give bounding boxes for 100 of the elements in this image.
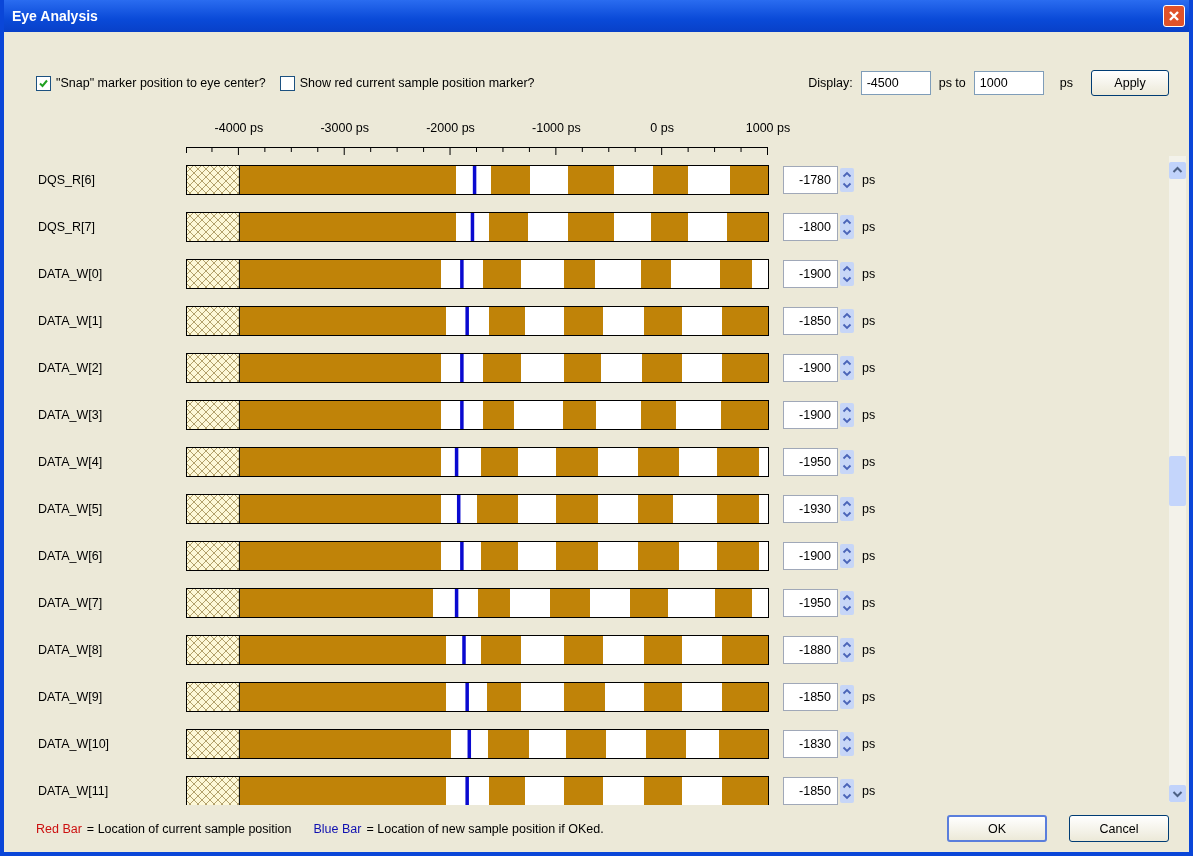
bar	[490, 165, 530, 194]
bar	[678, 447, 718, 476]
checkbox[interactable]	[279, 75, 295, 91]
bar	[480, 447, 519, 476]
bar	[477, 588, 510, 617]
spin-arrows-icon	[840, 355, 854, 380]
sample-position-marker[interactable]	[454, 447, 459, 476]
axis-tick-label: -1000 ps	[532, 121, 581, 135]
sample-position-marker[interactable]	[465, 776, 469, 805]
bar	[455, 165, 491, 194]
sample-position-marker[interactable]	[465, 682, 469, 711]
bar	[600, 353, 643, 382]
spin-arrows-icon	[840, 449, 854, 474]
sample-position-marker[interactable]	[462, 635, 466, 664]
sample-position-marker[interactable]	[454, 588, 459, 617]
bar	[681, 353, 723, 382]
sample-position-marker[interactable]	[456, 494, 461, 523]
bar	[685, 729, 720, 758]
bar	[509, 588, 551, 617]
scroll-thumb[interactable]	[1169, 456, 1186, 506]
scrollbar[interactable]	[1169, 156, 1186, 802]
bar	[563, 306, 603, 335]
sample-position-marker[interactable]	[460, 259, 464, 288]
signal-label: DATA_W[7]	[38, 595, 104, 610]
bar	[758, 541, 769, 570]
sample-position-marker[interactable]	[460, 353, 464, 382]
sample-position-marker[interactable]	[472, 165, 477, 194]
bar	[721, 776, 769, 805]
bar	[714, 588, 753, 617]
bar	[721, 306, 769, 335]
unit-label: ps	[862, 172, 876, 187]
bar	[676, 400, 722, 429]
spin-arrows-icon	[840, 261, 854, 286]
signal-label: DATA_W[9]	[38, 689, 104, 704]
bar	[727, 212, 769, 241]
bar	[758, 447, 769, 476]
spin-arrows-icon	[840, 214, 854, 239]
spin-arrows-icon	[840, 167, 854, 192]
bar	[513, 400, 563, 429]
bar	[440, 259, 484, 288]
bar	[730, 165, 769, 194]
bar	[520, 635, 564, 664]
bar	[440, 353, 484, 382]
bar	[455, 212, 489, 241]
bar	[239, 729, 451, 758]
bar	[482, 353, 522, 382]
bar	[602, 635, 645, 664]
bar	[562, 400, 596, 429]
axis-tick-label: -3000 ps	[320, 121, 370, 135]
bar	[678, 541, 718, 570]
bar	[529, 165, 569, 194]
scroll-up-icon[interactable]	[1169, 162, 1186, 179]
cancel-button[interactable]: Cancel	[1069, 815, 1169, 842]
scroll-down-icon[interactable]	[1169, 785, 1186, 802]
unit-label: ps	[862, 313, 876, 328]
signal-label: DATA_W[5]	[38, 501, 104, 516]
bar	[681, 776, 723, 805]
unit-label: ps	[862, 736, 876, 751]
spin-arrows-icon	[840, 637, 854, 662]
bar	[528, 729, 566, 758]
sample-position-marker[interactable]	[467, 729, 472, 758]
bar	[567, 165, 614, 194]
bar	[517, 447, 557, 476]
ok-button[interactable]: OK	[947, 815, 1047, 842]
bar	[589, 588, 631, 617]
axis-tick-label: 0 ps	[650, 121, 674, 135]
bar	[239, 447, 442, 476]
checkbox-label: Show red current sample position marker?	[299, 76, 535, 90]
bar	[597, 541, 638, 570]
bar	[721, 635, 769, 664]
bar	[718, 729, 769, 758]
spin-arrows-icon	[840, 684, 854, 709]
bar	[667, 588, 716, 617]
close-button[interactable]	[1163, 5, 1185, 27]
display-to-field[interactable]: 1000	[973, 71, 1044, 95]
spin-arrows-icon	[840, 543, 854, 568]
bar	[593, 259, 642, 288]
sample-position-marker[interactable]	[460, 541, 464, 570]
spin-arrows-icon	[840, 402, 854, 427]
checkbox[interactable]	[36, 75, 51, 91]
signal-label: DATA_W[6]	[38, 548, 104, 563]
sample-position-marker[interactable]	[470, 212, 475, 241]
bar	[563, 353, 601, 382]
sample-position-marker[interactable]	[465, 306, 469, 335]
legend-key: Red Bar	[36, 821, 82, 836]
unit-label: ps	[862, 219, 876, 234]
apply-button[interactable]: Apply	[1091, 70, 1169, 96]
bar	[688, 165, 732, 194]
axis-tick-label: -4000 ps	[214, 121, 264, 135]
bar	[751, 259, 769, 288]
legend-key: Blue Bar	[313, 821, 362, 836]
unit-label: ps	[862, 407, 876, 422]
unit-label: ps	[862, 454, 876, 469]
display-from-field[interactable]: -4500	[860, 71, 931, 95]
unit-label: ps	[862, 783, 876, 798]
bar	[612, 165, 653, 194]
sample-position-marker[interactable]	[460, 400, 464, 429]
bar	[555, 447, 598, 476]
bar	[520, 259, 564, 288]
bar	[239, 400, 442, 429]
